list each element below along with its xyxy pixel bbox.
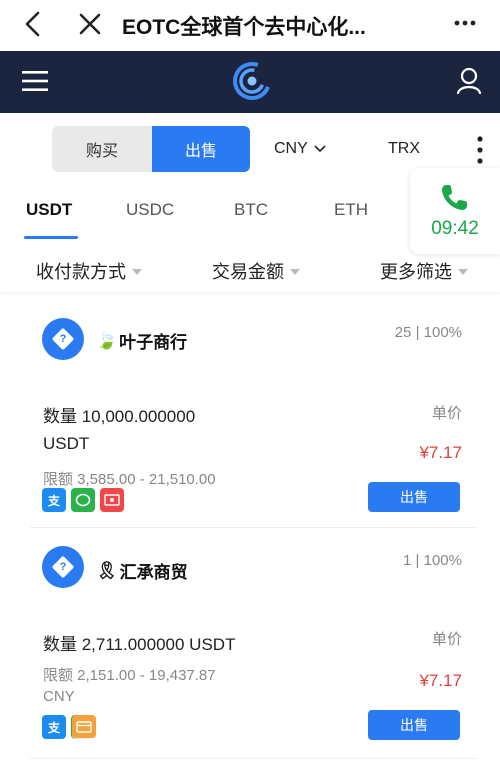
tab-usdt[interactable]: USDT — [26, 200, 72, 220]
listing-card: ? 🍃 叶子商行 25 | 100% 数量 10,000.000000 单价 U… — [30, 306, 476, 528]
user-profile-icon[interactable] — [456, 67, 482, 95]
active-tab-indicator — [24, 236, 78, 239]
tab-btc[interactable]: BTC — [234, 200, 268, 220]
chevron-down-icon — [314, 145, 326, 153]
listing-price: ¥7.17 — [419, 671, 462, 690]
eotc-logo-icon — [233, 62, 271, 100]
sell-button[interactable]: 出售 — [368, 482, 460, 512]
phone-icon — [442, 185, 467, 210]
alipay-icon: 支 — [42, 715, 66, 739]
caret-down-icon — [458, 269, 468, 275]
coin-select[interactable]: TRX — [388, 140, 420, 158]
fiat-currency-select[interactable]: CNY — [274, 140, 326, 158]
listing-limit: 限额 3,585.00 - 21,510.00 — [43, 471, 216, 488]
merchant-name-text: 叶子商行 — [119, 333, 188, 352]
vertical-more-icon[interactable] — [474, 134, 486, 166]
filter-more-label: 更多筛选 — [380, 262, 452, 282]
bank-icon — [100, 488, 124, 512]
unit-price-label: 单价 — [431, 405, 462, 422]
buy-sell-toggle: 购买 出售 — [52, 126, 250, 172]
filter-payment-method-label: 收付款方式 — [36, 262, 126, 282]
listing-card: ? 🎗 汇承商贸 1 | 100% 数量 2,711.000000 USDT 单… — [30, 534, 476, 759]
merchant-avatar: ? — [42, 546, 84, 588]
leaf-icon: 🍃 — [96, 330, 118, 350]
crypto-tabs: USDT USDC BTC ETH — [0, 190, 410, 242]
call-duration: 09:42 — [431, 218, 479, 239]
merchant-avatar: ? — [42, 318, 84, 360]
filter-payment-method[interactable]: 收付款方式 — [36, 258, 142, 284]
filter-more[interactable]: 更多筛选 — [380, 258, 468, 284]
filter-trade-amount-label: 交易金额 — [212, 262, 284, 282]
ribbon-icon: 🎗 — [96, 560, 118, 580]
listing-quantity: 数量 2,711.000000 USDT — [43, 635, 236, 654]
caret-down-icon — [132, 269, 142, 275]
back-arrow-icon[interactable] — [20, 10, 46, 38]
listing-quantity: 数量 10,000.000000 — [43, 407, 196, 426]
buy-tab[interactable]: 购买 — [52, 126, 152, 172]
sell-tab[interactable]: 出售 — [152, 126, 250, 172]
listing-limit-unit: CNY — [43, 688, 75, 705]
listing-limit: 限额 2,151.00 - 19,437.87 — [43, 667, 216, 684]
card-icon — [72, 715, 96, 739]
trade-controls: 购买 出售 CNY TRX — [0, 124, 500, 174]
caret-down-icon — [290, 269, 300, 275]
close-icon[interactable] — [76, 10, 104, 38]
app-header — [0, 51, 500, 113]
payment-methods: 支 — [42, 715, 96, 739]
listing-quantity-unit: USDT — [43, 434, 90, 453]
sell-button[interactable]: 出售 — [368, 710, 460, 740]
listing-price: ¥7.17 — [419, 443, 462, 462]
merchant-stats: 1 | 100% — [403, 552, 462, 569]
merchant-name[interactable]: 🍃 叶子商行 — [96, 328, 187, 353]
merchant-name-text: 汇承商贸 — [119, 563, 188, 582]
merchant-name[interactable]: 🎗 汇承商贸 — [96, 558, 188, 583]
unit-price-label: 单价 — [431, 631, 462, 648]
call-floating-widget[interactable]: 09:42 — [410, 168, 500, 254]
wechat-icon — [71, 488, 95, 512]
hamburger-menu-icon[interactable] — [22, 69, 48, 93]
more-options-icon[interactable] — [452, 10, 478, 36]
tab-eth[interactable]: ETH — [334, 200, 368, 220]
payment-methods: 支 — [42, 488, 124, 512]
page-title: EOTC全球首个去中心化... — [122, 16, 366, 39]
filter-bar: 收付款方式 交易金额 更多筛选 — [0, 248, 500, 292]
filter-trade-amount[interactable]: 交易金额 — [212, 258, 300, 284]
browser-top-bar: EOTC全球首个去中心化... — [0, 0, 500, 48]
tab-usdc[interactable]: USDC — [126, 200, 174, 220]
fiat-currency-label: CNY — [274, 140, 308, 157]
alipay-icon: 支 — [42, 488, 66, 512]
merchant-stats: 25 | 100% — [394, 324, 462, 341]
